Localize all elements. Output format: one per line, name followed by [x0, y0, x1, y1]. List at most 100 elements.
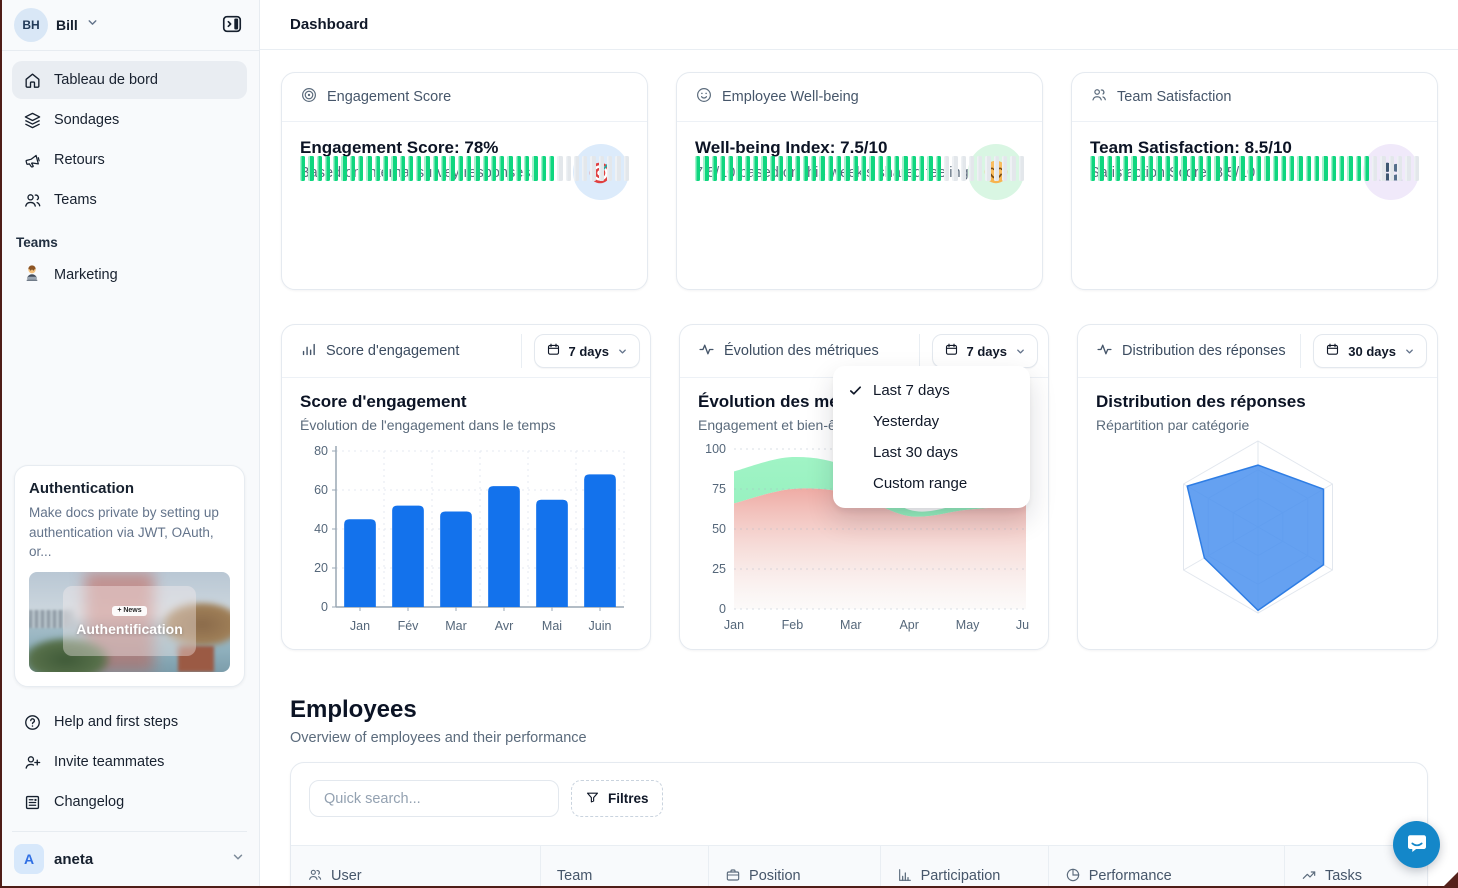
range-selector-button[interactable]: 7 days [534, 334, 640, 368]
users-icon [307, 867, 323, 887]
sidebar-footer: Help and first steps Invite teammates Ch… [0, 697, 259, 832]
svg-text:100: 100 [705, 442, 726, 456]
menu-item-label: Yesterday [873, 413, 939, 430]
calendar-icon [1325, 342, 1340, 360]
calendar-icon [944, 342, 959, 360]
svg-text:Mar: Mar [445, 619, 467, 633]
menu-item-yesterday[interactable]: Yesterday [833, 406, 1030, 437]
sidebar-item-sondages[interactable]: Sondages [12, 101, 247, 139]
sidebar-item-marketing[interactable]: Marketing [0, 256, 259, 294]
svg-text:0: 0 [321, 600, 328, 614]
chart-card-responses-distribution: Distribution des réponses 30 days [1077, 324, 1438, 650]
promo-image-caption: Authentification [76, 621, 183, 637]
svg-text:Jan: Jan [350, 619, 370, 633]
svg-text:40: 40 [314, 522, 328, 536]
sidebar-item-label: Teams [54, 192, 97, 208]
column-header-user[interactable]: User [291, 846, 541, 888]
menu-item-last-30-days[interactable]: Last 30 days [833, 437, 1030, 468]
account-avatar: A [14, 844, 44, 874]
chart-card-header-label: Évolution des métriques [724, 343, 879, 359]
sidebar-item-invite[interactable]: Invite teammates [12, 743, 247, 781]
column-header-position[interactable]: Position [709, 846, 881, 888]
briefcase-icon [725, 867, 741, 887]
range-selector-button[interactable]: 7 days [932, 334, 1038, 368]
screen-edge-artifact-left [0, 0, 2, 888]
sidebar-section-teams-label: Teams [0, 219, 259, 256]
chevron-down-icon [1404, 346, 1415, 357]
quick-search-input[interactable] [309, 780, 559, 817]
sidebar-item-label: Invite teammates [54, 754, 164, 770]
kpi-row: Engagement Score Engagement Score: 78% B… [281, 72, 1438, 290]
menu-item-custom-range[interactable]: Custom range [833, 468, 1030, 499]
sidebar-item-label: Sondages [54, 112, 119, 128]
svg-text:80: 80 [314, 444, 328, 458]
calendar-icon [546, 342, 561, 360]
technologist-emoji-icon [22, 263, 42, 287]
chat-launcher-button[interactable] [1393, 821, 1440, 868]
sidebar-item-label: Tableau de bord [54, 72, 158, 88]
column-label: Team [557, 868, 592, 884]
filters-button[interactable]: Filtres [571, 780, 663, 817]
filter-funnel-icon [585, 790, 600, 808]
promo-card-authentication[interactable]: Authentication Make docs private by sett… [14, 465, 245, 687]
sidebar-item-teams[interactable]: Teams [12, 181, 247, 219]
svg-text:Juin: Juin [589, 619, 612, 633]
employees-table-card: Filtres User Team [290, 762, 1428, 888]
chart-card-header-label: Distribution des réponses [1122, 343, 1286, 359]
bar-chart-icon [897, 867, 913, 887]
kpi-card-header-label: Team Satisfaction [1117, 89, 1231, 105]
wellbeing-progress-bar [695, 156, 1024, 181]
panel-collapse-icon [221, 13, 243, 38]
check-icon [847, 383, 864, 398]
sidebar-item-tableau-de-bord[interactable]: Tableau de bord [12, 61, 247, 99]
activity-icon [698, 341, 715, 362]
promo-description: Make docs private by setting up authenti… [29, 503, 230, 562]
svg-text:50: 50 [712, 522, 726, 536]
column-label: Position [749, 868, 801, 884]
account-menu[interactable]: A aneta [0, 832, 259, 888]
kpi-card-header-label: Engagement Score [327, 89, 451, 105]
range-label: 7 days [967, 344, 1007, 359]
menu-item-label: Last 30 days [873, 444, 958, 461]
pie-chart-icon [1065, 867, 1081, 887]
svg-text:Avr: Avr [495, 619, 514, 633]
topbar: Dashboard [260, 0, 1458, 50]
column-header-performance[interactable]: Performance [1049, 846, 1285, 888]
kpi-card-engagement: Engagement Score Engagement Score: 78% B… [281, 72, 648, 290]
svg-text:May: May [956, 618, 980, 632]
chart-card-engagement-score: Score d'engagement 7 days [281, 324, 651, 650]
workspace-name: Bill [56, 17, 78, 33]
help-circle-icon [22, 712, 42, 732]
chevron-down-icon [86, 16, 99, 34]
column-header-team[interactable]: Team [541, 846, 709, 888]
range-selector-button[interactable]: 30 days [1313, 334, 1427, 368]
kpi-card-satisfaction: Team Satisfaction Team Satisfaction: 8.5… [1071, 72, 1438, 290]
home-icon [22, 70, 42, 90]
svg-text:Jan: Jan [724, 618, 744, 632]
chat-bubble-icon [1405, 831, 1429, 858]
filters-label: Filtres [608, 791, 649, 806]
sidebar-item-changelog[interactable]: Changelog [12, 783, 247, 821]
trending-up-icon [1301, 867, 1317, 887]
employees-toolbar: Filtres [291, 763, 1427, 817]
column-label: Performance [1089, 868, 1172, 884]
sidebar-item-label: Help and first steps [54, 714, 178, 730]
account-name: aneta [54, 851, 221, 868]
workspace-switcher[interactable]: BH Bill [14, 8, 99, 42]
sidebar-item-help[interactable]: Help and first steps [12, 703, 247, 741]
menu-item-last-7-days[interactable]: Last 7 days [833, 375, 1030, 406]
sidebar-nav: Tableau de bord Sondages Retours Teams [0, 51, 259, 219]
svg-text:0: 0 [719, 602, 726, 616]
activity-icon [1096, 341, 1113, 362]
sidebar-item-retours[interactable]: Retours [12, 141, 247, 179]
promo-title: Authentication [29, 480, 230, 497]
range-dropdown-menu: Last 7 days Yesterday Last 30 days Custo… [833, 366, 1030, 508]
chevron-down-icon [1015, 346, 1026, 357]
kpi-card-header-label: Employee Well-being [722, 89, 859, 105]
range-label: 30 days [1348, 344, 1396, 359]
chart-title: Score d'engagement [300, 392, 632, 412]
workspace-avatar: BH [14, 8, 48, 42]
smile-icon [695, 86, 713, 108]
sidebar-collapse-button[interactable] [217, 9, 247, 42]
column-header-participation[interactable]: Participation [881, 846, 1049, 888]
